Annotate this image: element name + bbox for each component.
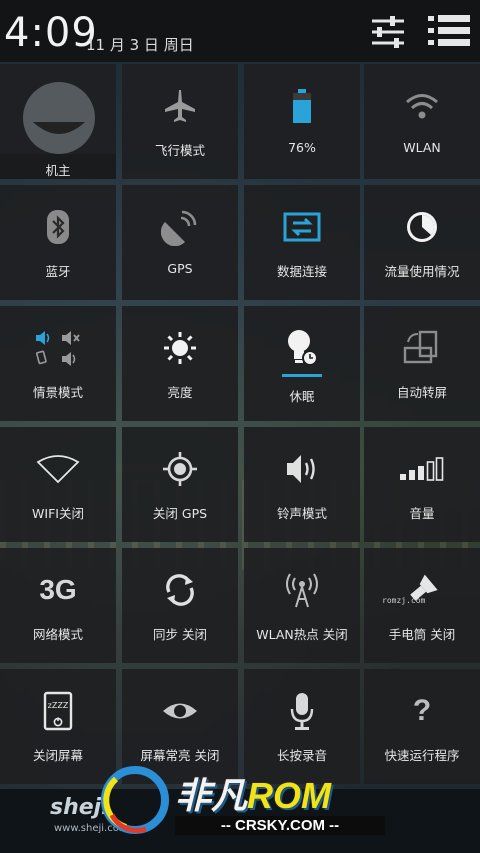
- clock: 4:09: [4, 10, 98, 56]
- tile-network-mode[interactable]: 3G 网络模式: [0, 548, 116, 663]
- tile-label: 同步 关闭: [153, 627, 207, 642]
- flashlight-icon: [364, 568, 480, 612]
- tile-label: 长按录音: [276, 748, 327, 763]
- tile-label: 铃声模式: [276, 506, 327, 521]
- eye-icon: [122, 689, 238, 733]
- tile-label: WLAN: [403, 140, 441, 155]
- sleep-active-bar: [282, 374, 322, 377]
- date: 11 月 3 日 周日: [86, 36, 194, 54]
- watermark-brand-sub: -- CRSKY.COM --: [175, 816, 385, 835]
- tile-bluetooth[interactable]: 蓝牙: [0, 185, 116, 300]
- airplane-icon: [122, 84, 238, 128]
- wifi-icon: [364, 84, 480, 128]
- tile-label: 亮度: [167, 385, 193, 400]
- network-3g-icon: 3G: [0, 568, 116, 612]
- watermark-brand-rom: ROM: [247, 775, 332, 816]
- volume-bars-icon: [364, 447, 480, 491]
- tile-rotate[interactable]: 自动转屏: [364, 306, 480, 421]
- tile-usage[interactable]: 流量使用情况: [364, 185, 480, 300]
- data-transfer-icon: [244, 205, 360, 249]
- tile-data[interactable]: 数据连接: [244, 185, 360, 300]
- bluetooth-icon: [0, 205, 116, 249]
- tile-gps-off[interactable]: 关闭 GPS: [122, 427, 238, 542]
- tile-gps[interactable]: GPS: [122, 185, 238, 300]
- tile-owner[interactable]: 机主: [0, 64, 116, 179]
- battery-icon: [244, 84, 360, 128]
- satellite-icon: [122, 205, 238, 249]
- watermark-brand-cn: 非凡: [175, 775, 248, 816]
- tile-label: 关闭 GPS: [152, 506, 208, 521]
- tile-label: 网络模式: [32, 627, 83, 642]
- tile-label: 音量: [409, 506, 435, 521]
- tile-flashlight[interactable]: romzj.com 手电筒 关闭: [364, 548, 480, 663]
- sleep-bulb-icon: [244, 326, 360, 370]
- tile-label: 蓝牙: [45, 264, 71, 279]
- tile-label: 手电筒 关闭: [388, 627, 456, 642]
- screen-off-icon: zZZZ: [0, 689, 116, 733]
- tile-label: WLAN热点 关闭: [256, 627, 348, 642]
- gps-crosshair-icon: [122, 447, 238, 491]
- wifi-off-icon: [0, 447, 116, 491]
- tile-sync[interactable]: 同步 关闭: [122, 548, 238, 663]
- tile-label: 飞行模式: [154, 143, 205, 158]
- sync-icon: [122, 568, 238, 612]
- zzz-mark: zZZZ: [48, 701, 69, 710]
- tile-label: 76%: [288, 140, 316, 155]
- owner-avatar: [23, 82, 95, 154]
- usage-pie-icon: [364, 205, 480, 249]
- tile-wifi-off[interactable]: WIFI关闭: [0, 427, 116, 542]
- watermark-brand: 非凡ROM: [175, 767, 331, 819]
- quick-settings-grid: 机主 飞行模式 76% WLAN 蓝牙 GPS 数据连接 流量使用情况 情景模式…: [0, 64, 480, 789]
- tile-volume[interactable]: 音量: [364, 427, 480, 542]
- crsky-logo-icon: [96, 761, 174, 839]
- rotate-screen-icon: [364, 326, 480, 370]
- tile-label: 快速运行程序: [384, 748, 460, 763]
- hotspot-icon: [244, 568, 360, 612]
- sliders-icon[interactable]: [368, 14, 408, 50]
- tile-battery[interactable]: 76%: [244, 64, 360, 179]
- tile-label: WIFI关闭: [32, 506, 84, 521]
- tile-hotspot[interactable]: WLAN热点 关闭: [244, 548, 360, 663]
- tile-airplane[interactable]: 飞行模式: [122, 64, 238, 179]
- tile-sound-profile[interactable]: 情景模式: [0, 306, 116, 421]
- network-3g-mark: 3G: [39, 574, 77, 605]
- romzj-tag: romzj.com: [382, 596, 426, 605]
- tile-label: 休眠: [289, 389, 315, 404]
- tile-label: GPS: [167, 261, 193, 276]
- brightness-icon: [122, 326, 238, 370]
- sound-profile-icon: [0, 326, 116, 370]
- tile-sleep[interactable]: 休眠: [244, 306, 360, 421]
- tile-brightness[interactable]: 亮度: [122, 306, 238, 421]
- status-bar: 4:09 11 月 3 日 周日: [0, 0, 480, 62]
- microphone-icon: [244, 689, 360, 733]
- notification-list-icon[interactable]: [428, 14, 470, 50]
- tile-label: 机主: [45, 163, 71, 178]
- tile-ringer[interactable]: 铃声模式: [244, 427, 360, 542]
- tile-label: 自动转屏: [396, 385, 447, 400]
- tile-quick-launch[interactable]: ? 快速运行程序: [364, 669, 480, 784]
- tile-wlan[interactable]: WLAN: [364, 64, 480, 179]
- tile-label: 流量使用情况: [384, 264, 460, 279]
- question-icon: ?: [364, 689, 480, 733]
- tile-label: 情景模式: [32, 385, 83, 400]
- question-mark: ?: [412, 694, 432, 727]
- ringer-icon: [244, 447, 360, 491]
- tile-label: 数据连接: [276, 264, 327, 279]
- watermark-bar: sheji www.sheji.com 非凡ROM -- CRSKY.COM -…: [0, 766, 480, 853]
